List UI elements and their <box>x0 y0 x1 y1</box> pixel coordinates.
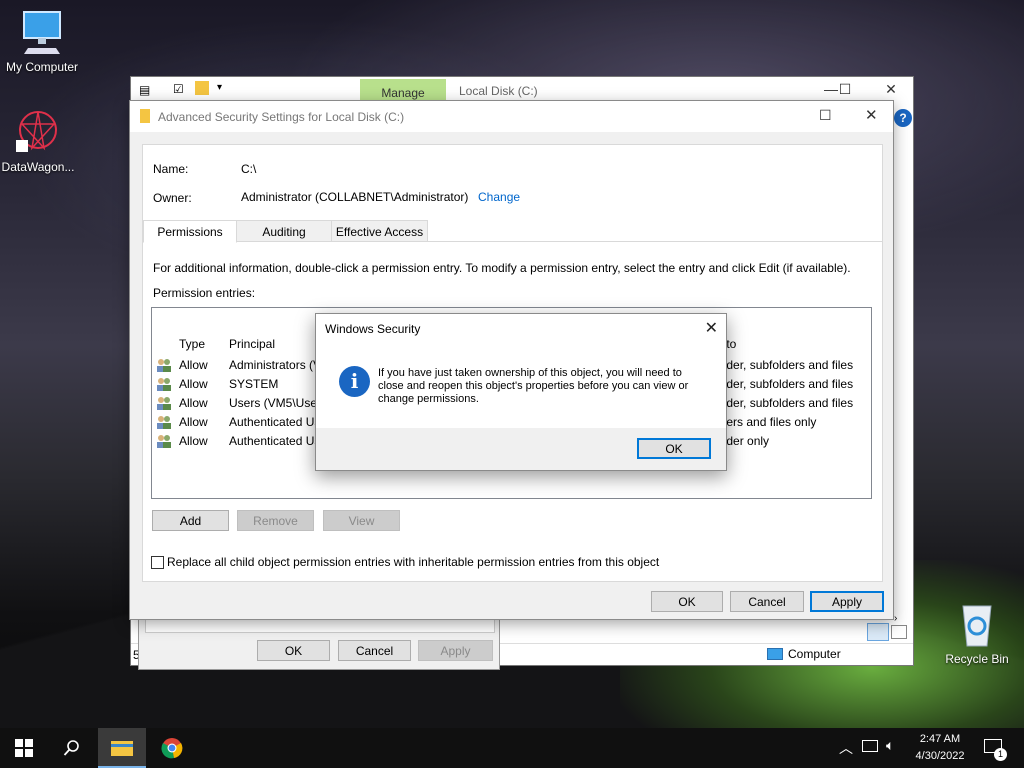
computer-icon <box>23 11 61 54</box>
scroll-right-icon[interactable]: › <box>894 613 897 624</box>
computer-icon <box>767 648 783 660</box>
close-button[interactable]: ✕ <box>705 318 718 338</box>
desktop-icon-label: My Computer <box>5 60 79 74</box>
chrome-icon <box>161 738 183 759</box>
adv-cancel-button[interactable]: Cancel <box>730 591 804 612</box>
row-applies: older, subfolders and files <box>717 377 854 391</box>
properties-icon[interactable]: ☑ <box>173 82 184 96</box>
msgbox-title: Windows Security <box>325 322 421 336</box>
props-ok-button[interactable]: OK <box>257 640 330 661</box>
close-button[interactable]: ✕ <box>876 81 906 98</box>
row-applies: lders and files only <box>717 415 817 429</box>
status-computer[interactable]: Computer <box>788 647 841 661</box>
users-icon <box>157 435 171 448</box>
row-principal: SYSTEM <box>229 377 279 391</box>
recycle-bin-icon <box>962 605 992 647</box>
adv-apply-button[interactable]: Apply <box>810 591 884 612</box>
row-principal: Authenticated Us <box>229 415 321 429</box>
row-type: Allow <box>179 358 208 372</box>
add-button[interactable]: Add <box>152 510 229 531</box>
view-button[interactable]: View <box>323 510 400 531</box>
maximize-button[interactable]: ☐ <box>819 107 832 124</box>
clock-time[interactable]: 2:47 AM <box>914 733 966 745</box>
row-principal: Authenticated Us <box>229 434 321 448</box>
users-icon <box>157 378 171 391</box>
start-button[interactable] <box>0 728 48 768</box>
users-icon <box>157 397 171 410</box>
remove-button[interactable]: Remove <box>237 510 314 531</box>
replace-child-checkbox[interactable] <box>151 556 164 569</box>
tab-permissions[interactable]: Permissions <box>143 220 237 243</box>
folder-icon <box>140 109 150 123</box>
props-apply-button[interactable]: Apply <box>418 640 493 661</box>
show-hidden-icons-chevron-icon[interactable]: ︿ <box>839 738 853 758</box>
customize-qat-icon[interactable]: ▾ <box>217 82 222 93</box>
taskbar-chrome[interactable] <box>148 728 196 768</box>
taskbar-file-explorer[interactable] <box>98 728 146 768</box>
tab-auditing[interactable]: Auditing <box>236 220 332 242</box>
msgbox-ok-button[interactable]: OK <box>637 438 711 459</box>
row-type: Allow <box>179 415 208 429</box>
clock-date[interactable]: 4/30/2022 <box>913 750 967 762</box>
name-value: C:\ <box>241 162 257 176</box>
desktop-icon-label: Recycle Bin <box>945 652 1009 666</box>
desktop-icon-my-computer[interactable]: My Computer <box>0 8 84 74</box>
desktop-icon-recycle-bin[interactable]: Recycle Bin <box>933 600 1021 666</box>
search-icon <box>63 740 79 756</box>
msgbox-message: If you have just taken ownership of this… <box>378 367 689 405</box>
network-icon[interactable] <box>862 740 878 752</box>
msgbox-footer: OK <box>316 428 726 470</box>
details-view-icon[interactable] <box>867 623 889 641</box>
notification-count-badge: 1 <box>994 748 1007 761</box>
column-principal[interactable]: Principal <box>229 337 275 351</box>
windows-logo-icon <box>15 739 33 757</box>
adv-ok-button[interactable]: OK <box>651 591 723 612</box>
properties-content <box>145 619 495 633</box>
name-label: Name: <box>153 162 189 176</box>
properties-dialog[interactable]: OK Cancel Apply <box>138 618 500 670</box>
row-type: Allow <box>179 434 208 448</box>
column-type[interactable]: Type <box>179 337 205 351</box>
props-cancel-button[interactable]: Cancel <box>338 640 411 661</box>
windows-security-dialog[interactable]: Windows Security ✕ i If you have just ta… <box>315 313 727 471</box>
close-button[interactable]: ✕ <box>865 106 878 124</box>
adv-title: Advanced Security Settings for Local Dis… <box>158 110 405 124</box>
quick-access-icon[interactable]: ▤ <box>139 83 150 97</box>
help-icon[interactable]: ? <box>894 109 912 127</box>
entries-label: Permission entries: <box>153 286 256 300</box>
tab-strip: Permissions Auditing Effective Access <box>143 220 882 243</box>
users-icon <box>157 416 171 429</box>
desktop-icon-label: DataWagon... <box>1 160 75 174</box>
change-owner-link[interactable]: Change <box>478 190 520 204</box>
row-type: Allow <box>179 396 208 410</box>
new-folder-icon[interactable] <box>195 81 209 95</box>
folder-icon <box>111 741 133 756</box>
explorer-title: Local Disk (C:) <box>459 84 538 98</box>
large-icons-view-icon[interactable] <box>891 625 907 639</box>
adv-titlebar[interactable]: Advanced Security Settings for Local Dis… <box>130 101 893 132</box>
taskbar: ︿ 🔈︎ 2:47 AM 4/30/2022 1 <box>0 728 1024 768</box>
owner-label: Owner: <box>153 191 192 205</box>
row-type: Allow <box>179 377 208 391</box>
users-icon <box>157 359 171 372</box>
owner-value: Administrator (COLLABNET\Administrator) <box>241 190 469 204</box>
search-button[interactable] <box>48 728 96 768</box>
desktop-icon-datawagon[interactable]: DataWagon... <box>0 108 80 174</box>
row-principal: Users (VM5\User <box>229 396 322 410</box>
row-applies: older, subfolders and files <box>717 358 854 372</box>
volume-icon[interactable]: 🔈︎ <box>886 737 894 754</box>
replace-child-label[interactable]: Replace all child object permission entr… <box>167 555 659 569</box>
tab-effective-access[interactable]: Effective Access <box>331 220 428 242</box>
maximize-button[interactable]: ☐ <box>830 81 860 98</box>
datawagon-icon <box>16 111 57 152</box>
row-principal: Administrators (V <box>229 358 322 372</box>
row-applies: older, subfolders and files <box>717 396 854 410</box>
info-text: For additional information, double-click… <box>153 261 851 275</box>
info-icon: i <box>339 366 370 397</box>
